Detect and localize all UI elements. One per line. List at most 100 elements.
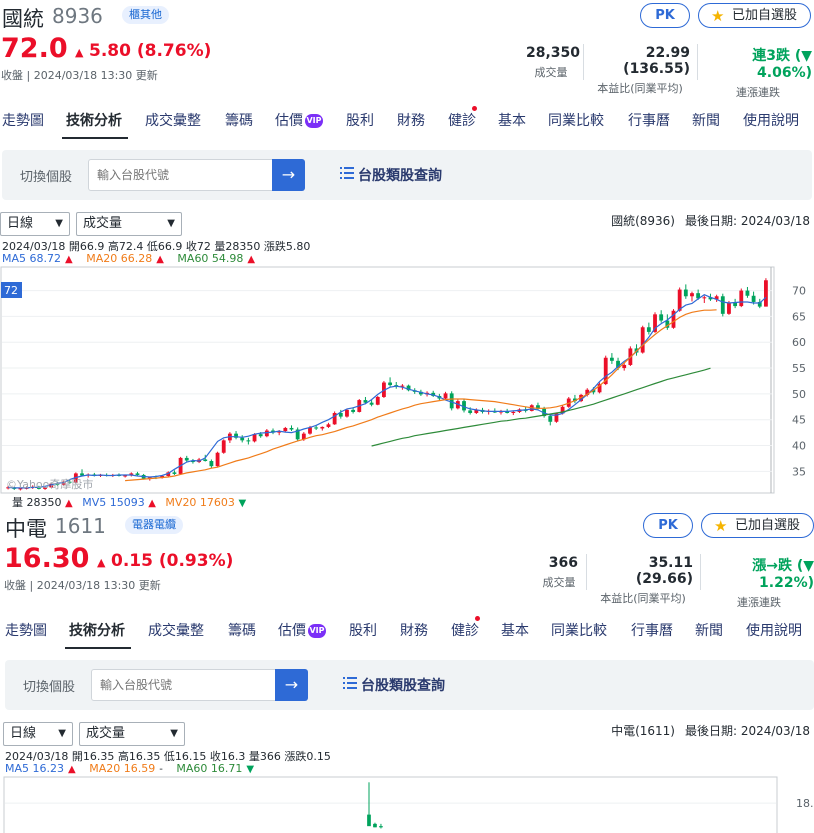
add-watchlist-button[interactable]: ★ 已加自選股 [701,513,814,538]
pe-stat: 35.11 (29.66) 本益比(同業平均) [600,555,693,605]
category-lookup-link[interactable]: 台股類股查詢 [361,675,445,695]
mv20-label: MV20 17603 [165,496,235,509]
tab-dividend[interactable]: 股利 [346,110,374,130]
candle-body [258,434,263,437]
candle-body [683,289,688,297]
y-tick-label: 70 [792,285,806,298]
tab-financial[interactable]: 財務 [400,620,428,640]
stock-switcher: 切換個股 → 台股類股查詢 [5,660,814,710]
go-button[interactable]: → [275,669,308,701]
tab-calendar[interactable]: 行事曆 [631,620,673,640]
stock-code-input[interactable] [91,669,277,701]
category-lookup-link[interactable]: 台股類股查詢 [358,165,442,185]
candle-body [314,427,319,429]
tab-peer[interactable]: 同業比較 [548,110,604,130]
mv5-dir: ▲ [148,498,156,509]
candlestick-chart[interactable]: 35 40 45 50 55 60 65 70 72 ©Yahoo奇摩股市 [0,266,814,510]
category-badge[interactable]: 電器電纜 [125,516,183,534]
tab-trend[interactable]: 走勢圖 [2,110,44,130]
tab-basic[interactable]: 基本 [498,110,526,130]
pk-button[interactable]: PK [643,513,693,538]
ma60-label: MA60 54.98 [177,252,244,265]
go-button[interactable]: → [272,159,305,191]
ma20-dir: - [159,764,163,775]
candle-body [622,364,627,369]
stock-panel: 中電 1611 電器電纜 PK ★ 已加自選股 16.30 ▲ 0.15 (0.… [0,510,814,833]
y-tick-label: 35 [792,465,806,478]
stock-price: 16.30 [4,543,90,574]
tab-help[interactable]: 使用說明 [743,110,799,130]
candle-body [548,416,553,422]
tab-peer[interactable]: 同業比較 [551,620,607,640]
vol-dir: ▲ [65,498,73,509]
period-select[interactable]: 日線 ▼ [3,722,73,746]
vip-badge: VIP [305,114,323,128]
list-icon [343,677,357,689]
candle-body [751,295,756,302]
tab-health[interactable]: 健診 [451,620,479,640]
tab-technical[interactable]: 技術分析 [69,620,125,640]
active-tab-indicator [62,137,128,139]
ma-legend: MA5 16.23 ▲ MA20 16.59- MA60 16.71 ▼ [5,762,258,775]
candle-body [640,327,645,353]
y-tick-label: 65 [792,310,806,323]
period-select[interactable]: 日線 ▼ [0,212,70,236]
ma20-label: MA20 16.59 [89,762,156,775]
chevron-down-icon: ▼ [170,728,178,739]
stock-code-input[interactable] [88,159,274,191]
tab-basic[interactable]: 基本 [501,620,529,640]
ma60-dir: ▲ [247,254,256,265]
tab-trades[interactable]: 成交彙整 [145,110,201,130]
tab-trend[interactable]: 走勢圖 [5,620,47,640]
candle-body [283,427,288,432]
candle-body [373,823,377,828]
divider [697,44,698,80]
tab-dividend[interactable]: 股利 [349,620,377,640]
candle-body [308,427,312,434]
indicator-select[interactable]: 成交量 ▼ [79,722,185,746]
ma20-dir: ▲ [156,254,164,265]
divider [700,554,701,590]
candle-body [240,437,245,441]
tab-news[interactable]: 新聞 [695,620,723,640]
chevron-down-icon: ▼ [55,218,63,229]
candle-body [690,293,694,297]
up-arrow-icon: ▲ [97,556,106,569]
candle-body [677,289,682,311]
y-tick-label: 45 [792,414,806,427]
tab-chips[interactable]: 籌碼 [228,620,256,640]
tab-technical[interactable]: 技術分析 [66,110,122,130]
ma20-label: MA20 66.28 [86,252,153,265]
tab-health[interactable]: 健診 [448,110,476,130]
candle-body [511,411,516,413]
candle-body [379,826,383,828]
chart-title: 中電(1611) [611,724,675,738]
tab-chips[interactable]: 籌碼 [225,110,253,130]
tab-valuation[interactable]: 估價 VIP [278,620,326,640]
tab-trades[interactable]: 成交彙整 [148,620,204,640]
candle-body [388,382,392,386]
volume-stat: 366 成交量 [542,555,579,589]
price-change: 5.80 (8.76%) [89,41,212,61]
price-change: 0.15 (0.93%) [111,551,234,571]
tab-help[interactable]: 使用說明 [746,620,802,640]
tab-financial[interactable]: 財務 [397,110,425,130]
tab-news[interactable]: 新聞 [692,110,720,130]
list-icon [340,167,354,179]
category-badge[interactable]: 櫃其他 [122,6,169,24]
indicator-select[interactable]: 成交量 ▼ [76,212,182,236]
tab-valuation[interactable]: 估價 VIP [275,110,323,130]
tab-calendar[interactable]: 行事曆 [628,110,670,130]
active-tab-indicator [65,647,131,649]
stock-price: 72.0 [1,33,68,64]
add-watchlist-label: 已加自選股 [735,518,801,533]
y-tick-label: 55 [792,362,806,375]
add-watchlist-button[interactable]: ★ 已加自選股 [698,3,811,28]
mv5-label: MV5 15093 [82,496,145,509]
ma5-dir: ▲ [65,254,73,265]
trend-stat: 漲→跌 (▼ 1.22%) 連漲連跌 [737,558,814,609]
star-icon: ★ [714,517,728,535]
candlestick-chart[interactable]: 18.0 [0,776,814,833]
pk-button[interactable]: PK [640,3,690,28]
chevron-down-icon: ▼ [58,728,66,739]
